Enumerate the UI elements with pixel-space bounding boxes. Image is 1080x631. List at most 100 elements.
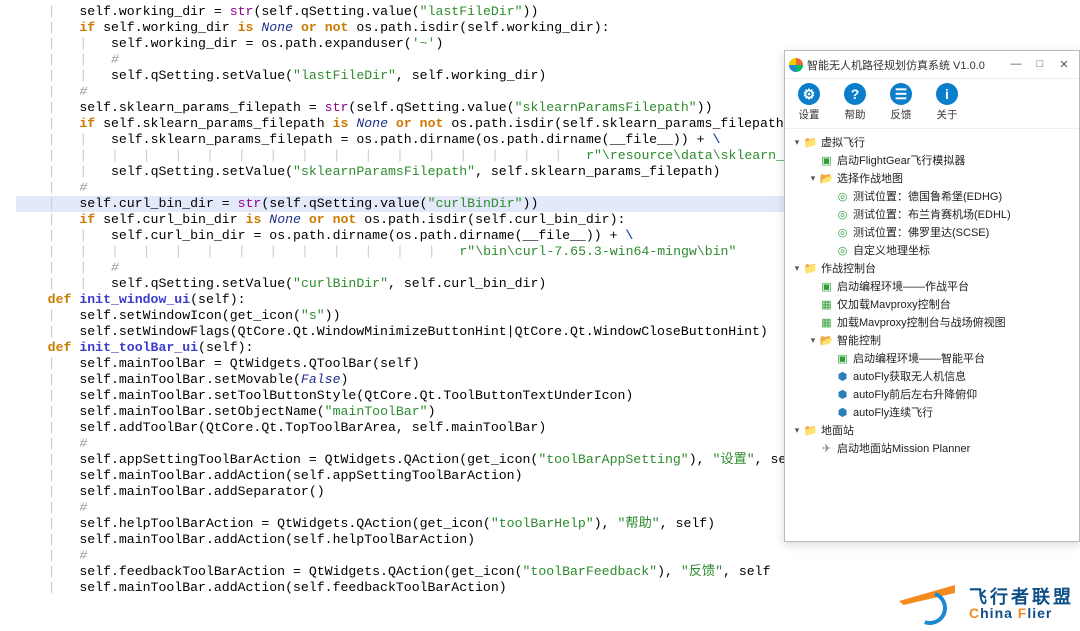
- tree-twisty-icon[interactable]: [807, 335, 819, 346]
- code-token: self: [79, 324, 111, 339]
- code-token: .qSetting.setValue(: [143, 68, 293, 83]
- tree-node-icon: ✈: [819, 441, 834, 455]
- code-line[interactable]: | self.feedbackToolBarAction = QtWidgets…: [16, 564, 1080, 580]
- code-token: (self.qSetting.value(: [261, 196, 427, 211]
- window-minimize-button[interactable]: —: [1009, 58, 1023, 71]
- code-token: str: [230, 4, 254, 19]
- tree-group-ai-control[interactable]: 📂智能控制: [787, 331, 1077, 349]
- tree-node-icon: ◎: [835, 243, 850, 257]
- tree-node-label: 仅加载Mavproxy控制台: [837, 296, 951, 312]
- tree-twisty-icon[interactable]: [807, 173, 819, 184]
- code-token: self: [79, 468, 111, 483]
- code-token: self.sklearn_params_filepath: [95, 116, 332, 131]
- tree-node-icon: 📂: [819, 333, 834, 347]
- tree-node-label: 加载Mavproxy控制台与战场俯视图: [837, 314, 1006, 330]
- code-token: .mainToolBar.setMovable(: [111, 372, 301, 387]
- code-token: if: [79, 116, 95, 131]
- code-token: , self): [660, 516, 715, 531]
- tree-item-custom-coord[interactable]: ◎自定义地理坐标: [787, 241, 1077, 259]
- code-token: self: [111, 36, 143, 51]
- settings-button[interactable]: ⚙ 设置: [793, 83, 825, 122]
- code-token: "curlBinDir": [293, 276, 388, 291]
- feedback-button-label: 反馈: [891, 107, 912, 122]
- tree-node-label: autoFly连续飞行: [853, 404, 933, 420]
- window-close-button[interactable]: ✕: [1057, 58, 1071, 71]
- code-token: (self):: [190, 292, 245, 307]
- code-token: "sklearnParamsFilepath": [293, 164, 475, 179]
- tree-item-flightgear[interactable]: ▣启动FlightGear飞行模拟器: [787, 151, 1077, 169]
- logo-text-en: China Flier: [969, 606, 1074, 620]
- tree-node-label: 启动FlightGear飞行模拟器: [837, 152, 965, 168]
- tree-node-label: 作战控制台: [821, 260, 876, 276]
- code-line[interactable]: | if self.working_dir is None or not os.…: [16, 20, 1080, 36]
- code-token: '~': [412, 36, 436, 51]
- tree-item-autofly-move[interactable]: ⬢autoFly前后左右升降俯仰: [787, 385, 1077, 403]
- code-token: self: [79, 404, 111, 419]
- code-token: is: [333, 116, 349, 131]
- code-token: [301, 212, 309, 227]
- help-button[interactable]: ?帮助: [839, 83, 871, 122]
- tree-item-pos-edhg[interactable]: ◎测试位置：德国鲁希堡(EDHG): [787, 187, 1077, 205]
- tree-twisty-icon[interactable]: [791, 263, 803, 274]
- tree-item-pos-scse[interactable]: ◎测试位置：佛罗里达(SCSE): [787, 223, 1077, 241]
- titlebar[interactable]: 智能无人机路径规划仿真系统 V1.0.0 — □ ✕: [785, 51, 1079, 79]
- code-token: __file__: [523, 228, 586, 243]
- code-token: .feedbackToolBarAction = QtWidgets.QActi…: [111, 564, 523, 579]
- tree-node-icon: ▣: [819, 279, 834, 293]
- tree-item-mission-planner[interactable]: ✈启动地面站Mission Planner: [787, 439, 1077, 457]
- code-token: , self.curl_bin_dir): [388, 276, 546, 291]
- tree-node-icon: ▣: [819, 153, 834, 167]
- code-token: def: [48, 292, 72, 307]
- tree-item-pos-edhl[interactable]: ◎测试位置：布兰肯赛机场(EDHL): [787, 205, 1077, 223]
- tree-twisty-icon[interactable]: [791, 425, 803, 436]
- window-maximize-button[interactable]: □: [1033, 58, 1047, 71]
- tree-item-autofly-info[interactable]: ⬢autoFly获取无人机信息: [787, 367, 1077, 385]
- code-token: (self):: [198, 340, 253, 355]
- tree-item-mavproxy[interactable]: ▦仅加载Mavproxy控制台: [787, 295, 1077, 313]
- tree-item-mavproxy-topview[interactable]: ▦加载Mavproxy控制台与战场俯视图: [787, 313, 1077, 331]
- tree-item-env-combat[interactable]: ▣启动编程环境——作战平台: [787, 277, 1077, 295]
- code-token: not: [420, 116, 444, 131]
- code-token: self: [79, 580, 111, 595]
- tree-node-icon: ▦: [819, 315, 834, 329]
- code-token: self: [111, 132, 143, 147]
- tree-group-virtual-flight[interactable]: 📁虚拟飞行: [787, 133, 1077, 151]
- code-token: self: [79, 388, 111, 403]
- tree-item-autofly-loop[interactable]: ⬢autoFly连续飞行: [787, 403, 1077, 421]
- tree-node-icon: ▦: [819, 297, 834, 311]
- code-token: .appSettingToolBarAction = QtWidgets.QAc…: [111, 452, 538, 467]
- code-token: self: [79, 564, 111, 579]
- about-button[interactable]: i关于: [931, 83, 963, 122]
- code-token: self: [79, 420, 111, 435]
- help-button-icon: ?: [844, 83, 866, 105]
- code-token: "toolBarAppSetting": [538, 452, 688, 467]
- tree-view[interactable]: 📁虚拟飞行▣启动FlightGear飞行模拟器📂选择作战地图◎测试位置：德国鲁希…: [785, 129, 1079, 541]
- code-token: )): [325, 308, 341, 323]
- code-token: None: [269, 212, 301, 227]
- settings-button-label: 设置: [799, 107, 820, 122]
- tree-node-label: 虚拟飞行: [821, 134, 865, 150]
- tree-item-env-ai[interactable]: ▣启动编程环境——智能平台: [787, 349, 1077, 367]
- code-line[interactable]: | self.working_dir = str(self.qSetting.v…: [16, 4, 1080, 20]
- tree-twisty-icon[interactable]: [791, 137, 803, 148]
- code-token: or: [396, 116, 412, 131]
- code-token: #: [79, 84, 87, 99]
- code-token: self: [111, 164, 143, 179]
- tree-group-console[interactable]: 📁作战控制台: [787, 259, 1077, 277]
- code-token: False: [301, 372, 341, 387]
- tree-group-select-map[interactable]: 📂选择作战地图: [787, 169, 1077, 187]
- code-token: self: [79, 4, 111, 19]
- code-token: .qSetting.setValue(: [143, 164, 293, 179]
- tree-group-ground[interactable]: 📁地面站: [787, 421, 1077, 439]
- code-token: "设置": [712, 452, 754, 467]
- code-token: os.path.isdir(self.sklearn_params_filepa…: [443, 116, 799, 131]
- code-token: os.path.isdir(self.working_dir):: [348, 20, 609, 35]
- code-token: self: [79, 452, 111, 467]
- settings-button-icon: ⚙: [798, 83, 820, 105]
- code-token: #: [79, 436, 87, 451]
- code-token: None: [356, 116, 388, 131]
- code-token: "toolBarHelp": [491, 516, 594, 531]
- feedback-button[interactable]: ☰反馈: [885, 83, 917, 122]
- code-token: )): [523, 4, 539, 19]
- code-line[interactable]: | #: [16, 548, 1080, 564]
